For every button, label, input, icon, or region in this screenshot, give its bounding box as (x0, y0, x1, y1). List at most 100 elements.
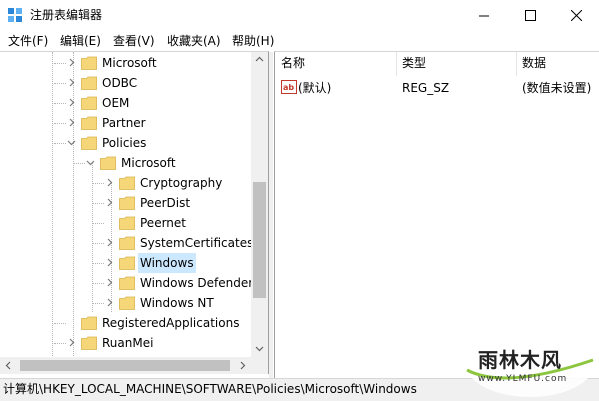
tree-guide-line (92, 243, 104, 244)
folder-icon (81, 96, 97, 110)
tree-node[interactable]: Windows NT (0, 293, 268, 313)
tree-vertical-scroll-thumb[interactable] (253, 182, 266, 298)
watermark-url: www.YLMFU.com (478, 374, 568, 384)
tree-node-label[interactable]: RegisteredApplications (100, 313, 241, 333)
chevron-right-icon[interactable] (67, 58, 76, 67)
tree-node[interactable]: OEM (0, 93, 268, 113)
tree-node-label[interactable]: PeerDist (138, 193, 192, 213)
folder-icon (81, 316, 97, 330)
tree-guide-line (73, 163, 85, 164)
tree-node-label[interactable]: Cryptography (138, 173, 224, 193)
minimize-button[interactable] (461, 0, 507, 31)
tree-guide-line (54, 103, 66, 104)
chevron-right-icon[interactable] (67, 98, 76, 107)
value-data: (数值未设置) (522, 81, 592, 95)
current-key-path: 计算机\HKEY_LOCAL_MACHINE\SOFTWARE\Policies… (3, 382, 417, 396)
tree-guide-line (92, 183, 104, 184)
tree-node-label[interactable]: OEM (100, 93, 131, 113)
tree-node[interactable]: ODBC (0, 73, 268, 93)
column-header-name[interactable]: 名称 (281, 52, 305, 74)
tree-node-label[interactable]: Microsoft (100, 53, 159, 73)
chevron-right-icon[interactable] (67, 78, 76, 87)
tree-node[interactable]: Microsoft (0, 53, 268, 73)
close-button[interactable] (553, 0, 599, 31)
tree-node[interactable]: Peernet (0, 213, 268, 233)
value-name[interactable]: (默认) (298, 78, 331, 98)
chevron-right-icon[interactable] (105, 298, 114, 307)
tree-node[interactable]: Policies (0, 133, 268, 153)
scroll-left-icon[interactable] (4, 361, 13, 370)
chevron-right-icon[interactable] (105, 278, 114, 287)
column-divider[interactable] (396, 52, 397, 76)
scroll-up-icon[interactable] (255, 55, 264, 64)
chevron-right-icon[interactable] (105, 178, 114, 187)
menu-help[interactable]: 帮助(H) (231, 31, 275, 51)
tree-node[interactable]: Cryptography (0, 173, 268, 193)
key-tree-pane[interactable]: Microsoft ODBC OEM Partner Policies Microsoft… (0, 51, 269, 358)
column-header-type[interactable]: 类型 (402, 52, 426, 74)
tree-node-label[interactable]: Windows Defender (138, 273, 255, 293)
folder-icon (119, 236, 135, 250)
tree-node-label[interactable]: RuanMei (100, 333, 155, 353)
chevron-down-icon[interactable] (67, 138, 76, 147)
tree-node[interactable]: RuanMei (0, 333, 268, 353)
tree-guide-line (54, 143, 66, 144)
tree-guide-line (54, 123, 66, 124)
window-title: 注册表编辑器 (30, 8, 103, 22)
column-divider[interactable] (516, 52, 517, 76)
registry-editor-icon (8, 8, 22, 22)
tree-guide-line (92, 223, 104, 224)
tree-guide-line (54, 63, 66, 64)
tree-node-label[interactable]: Policies (100, 133, 148, 153)
chevron-right-icon[interactable] (105, 258, 114, 267)
folder-icon (119, 216, 135, 230)
menu-view[interactable]: 查看(V) (112, 31, 156, 51)
minimize-icon (478, 15, 489, 17)
tree-node[interactable]: Windows Defender (0, 273, 268, 293)
menu-favorites[interactable]: 收藏夹(A) (166, 31, 222, 51)
tree-guide-line (92, 303, 104, 304)
tree-node-label[interactable]: ODBC (100, 73, 139, 93)
column-header-data[interactable]: 数据 (522, 52, 546, 74)
folder-icon (81, 76, 97, 90)
chevron-right-icon[interactable] (67, 338, 76, 347)
tree-node-label[interactable]: Windows (138, 253, 196, 273)
tree-node-label[interactable]: Windows NT (138, 293, 216, 313)
maximize-button[interactable] (507, 0, 553, 31)
tree-node[interactable]: SystemCertificates (0, 233, 268, 253)
folder-icon (119, 276, 135, 290)
tree-node-label[interactable]: Peernet (138, 213, 188, 233)
tree-guide-line (92, 203, 104, 204)
tree-node-label[interactable]: SystemCertificates (138, 233, 255, 253)
chevron-right-icon[interactable] (105, 198, 114, 207)
tree-node-label[interactable]: Microsoft (119, 153, 178, 173)
pane-splitter[interactable] (269, 52, 273, 378)
tree-node[interactable]: Microsoft (0, 153, 268, 173)
menu-edit[interactable]: 编辑(E) (59, 31, 102, 51)
menu-file[interactable]: 文件(F) (7, 31, 49, 51)
chevron-right-icon[interactable] (67, 118, 76, 127)
folder-icon (81, 136, 97, 150)
folder-icon (81, 116, 97, 130)
tree-node[interactable]: PeerDist (0, 193, 268, 213)
tree-guide-line (54, 343, 66, 344)
folder-icon (119, 256, 135, 270)
maximize-icon (524, 10, 536, 21)
tree-node[interactable]: RegisteredApplications (0, 313, 268, 333)
chevron-right-icon[interactable] (105, 238, 114, 247)
tree-horizontal-scroll-thumb[interactable] (20, 360, 230, 371)
folder-icon (81, 336, 97, 350)
chevron-down-icon[interactable] (86, 158, 95, 167)
folder-icon (100, 156, 116, 170)
folder-icon (81, 56, 97, 70)
tree-guide-line (92, 263, 104, 264)
svg-text:ab: ab (283, 83, 294, 92)
close-icon (570, 10, 582, 21)
tree-node[interactable]: Windows (0, 253, 268, 273)
tree-node[interactable]: Partner (0, 113, 268, 133)
value-type: REG_SZ (402, 81, 450, 95)
tree-node-label[interactable]: Partner (100, 113, 148, 133)
scroll-right-icon[interactable] (238, 361, 247, 370)
tree-guide-line (92, 283, 104, 284)
scroll-down-icon[interactable] (255, 344, 264, 353)
